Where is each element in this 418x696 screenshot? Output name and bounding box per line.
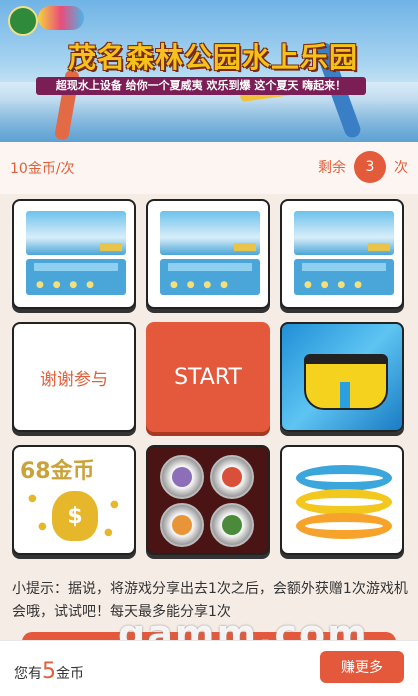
thanks-label: 谢谢参与 <box>40 369 108 390</box>
badge-icon <box>160 503 204 547</box>
ticket-image: ● ● ● ● <box>160 211 260 297</box>
start-button[interactable]: START <box>146 322 270 432</box>
ticket-image: ● ● ● ● <box>26 211 126 297</box>
prize-grid: ● ● ● ● ● ● ● ● ● ● ● ● 谢谢参与 START 68金币 … <box>12 199 406 565</box>
swim-ring-icon <box>296 465 392 491</box>
remaining-count-badge: 3 <box>354 151 386 183</box>
prize-cell-badges <box>146 445 270 555</box>
remaining-plays: 剩余 3 次 <box>318 151 408 183</box>
badge-icon <box>210 455 254 499</box>
prize-cell-ticket: ● ● ● ● <box>280 199 404 309</box>
header-banner: 茂名森林公园水上乐园 超现水上设备 给你一个夏威夷 欢乐到爆 这个夏天 嗨起来！ <box>0 0 418 142</box>
coin-sparkle-icon: ● <box>38 521 47 532</box>
badge-icon <box>210 503 254 547</box>
coin-sparkle-icon: ● <box>28 493 37 504</box>
swim-ring-icon <box>296 489 392 515</box>
waterpark-logo-icon <box>38 6 84 30</box>
game-info-bar: 10金币/次 剩余 3 次 <box>0 142 418 194</box>
banner-subtitle: 超现水上设备 给你一个夏威夷 欢乐到爆 这个夏天 嗨起来！ <box>36 77 366 95</box>
banner-title: 茂名森林公园水上乐园 <box>67 41 358 74</box>
remaining-suffix: 次 <box>394 160 408 176</box>
coin-balance-value: 5 <box>42 659 56 684</box>
swim-trunks-icon <box>304 354 388 410</box>
coin-balance-prefix: 您有 <box>14 666 42 682</box>
remaining-prefix: 剩余 <box>318 160 346 176</box>
prize-cell-swim-rings <box>280 445 404 555</box>
money-bag-icon: $ <box>52 491 98 541</box>
footer-bar: 您有5金币 赚更多 <box>0 640 418 696</box>
prize-cell-ticket: ● ● ● ● <box>146 199 270 309</box>
prize-cell-thanks: 谢谢参与 <box>12 322 136 432</box>
swim-ring-icon <box>296 513 392 539</box>
ticket-image: ● ● ● ● <box>294 211 394 297</box>
coin-balance: 您有5金币 <box>14 659 84 684</box>
prize-cell-coins: 68金币 ● ● ● ● $ <box>12 445 136 555</box>
prize-cell-ticket: ● ● ● ● <box>12 199 136 309</box>
prize-cell-swim-trunks <box>280 322 404 432</box>
badge-icon <box>160 455 204 499</box>
coin-balance-suffix: 金币 <box>56 666 84 682</box>
coin-sparkle-icon: ● <box>104 527 113 538</box>
cost-per-play: 10金币/次 <box>10 161 75 177</box>
coin-sparkle-icon: ● <box>110 499 119 510</box>
coins-prize-label: 68金币 <box>20 459 95 484</box>
earn-more-button[interactable]: 赚更多 <box>320 651 404 683</box>
park-logo-icon <box>8 6 38 36</box>
